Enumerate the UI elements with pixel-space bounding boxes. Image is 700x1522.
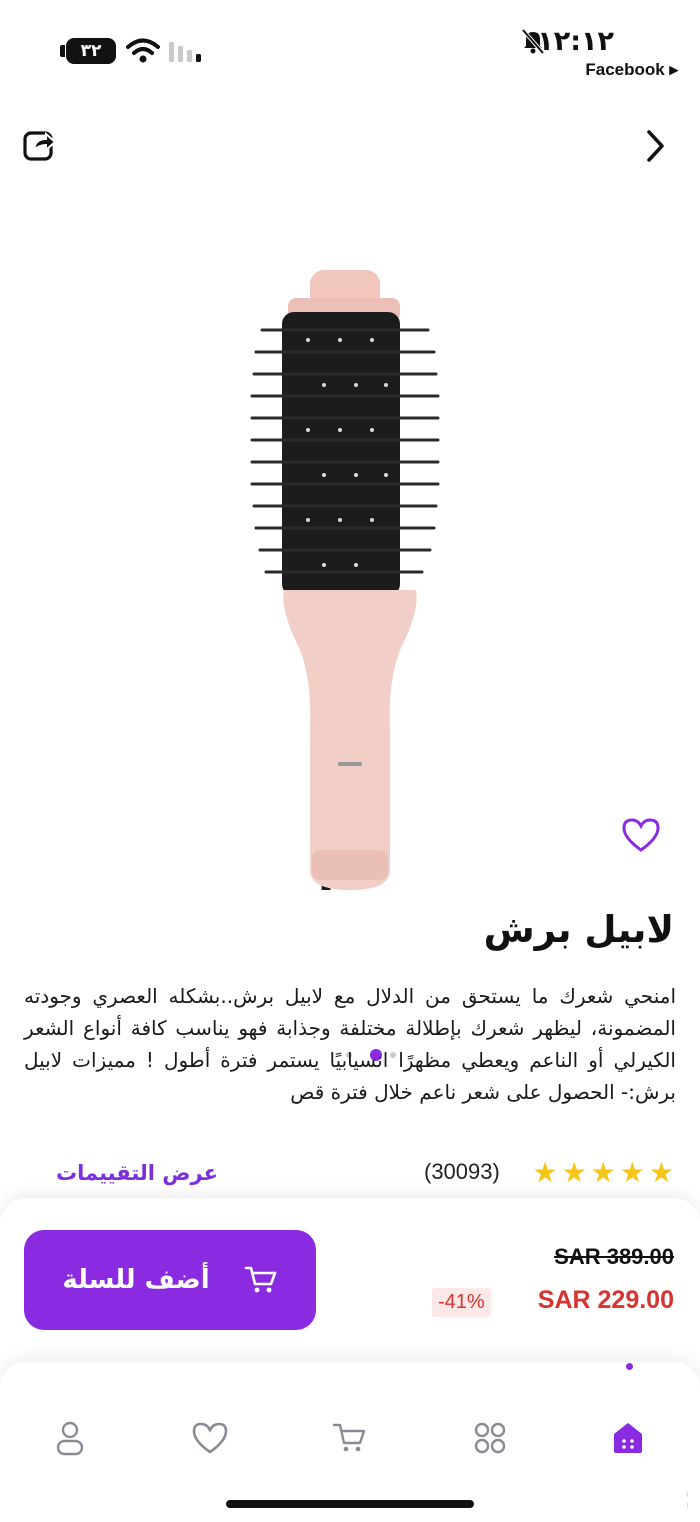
- star-icon: ★: [590, 1156, 616, 1189]
- haraj-watermark-logo: حراج: [684, 1475, 688, 1515]
- battery-cap: [60, 45, 65, 57]
- tab-cart[interactable]: [328, 1416, 372, 1460]
- heart-icon: [192, 1422, 228, 1454]
- view-reviews-link[interactable]: عرض التقييمات: [56, 1161, 218, 1185]
- battery-indicator: ٣٢: [66, 38, 116, 64]
- product-gallery[interactable]: [0, 190, 700, 1061]
- chevron-right-icon[interactable]: [640, 126, 670, 166]
- star-icon: ★: [532, 1156, 558, 1189]
- star-icon: ★: [561, 1156, 587, 1189]
- wifi-icon: [126, 38, 160, 63]
- tab-home[interactable]: [606, 1416, 650, 1460]
- clock: ١٢:١٢: [537, 26, 614, 57]
- profile-icon: [56, 1421, 84, 1456]
- home-indicator: [226, 1500, 474, 1508]
- tab-profile[interactable]: [48, 1416, 92, 1460]
- rating-stars: ★ ★ ★ ★ ★: [532, 1157, 674, 1189]
- product-description: امنحي شعرك ما يستحق من الدلال مع لابيل ب…: [24, 984, 676, 1104]
- svg-text:حراج: حراج: [684, 1475, 688, 1515]
- status-bar: ٣٢ ١٢:١٢ Facebook ▸: [0, 0, 700, 90]
- star-icon: ★: [619, 1156, 645, 1189]
- tab-categories[interactable]: [468, 1416, 512, 1460]
- add-to-cart-label: أضف للسلة: [62, 1265, 210, 1295]
- rating-row: ★ ★ ★ ★ ★ (30093) عرض التقييمات: [0, 1155, 700, 1195]
- back-to-app-link[interactable]: Facebook ▸: [585, 60, 678, 80]
- active-tab-indicator: [626, 1363, 633, 1370]
- cellular-signal-icon: [169, 42, 201, 62]
- home-icon: [614, 1423, 642, 1453]
- favorite-heart-icon[interactable]: [620, 816, 662, 854]
- original-price: SAR 389.00: [554, 1244, 674, 1269]
- tab-favorites[interactable]: [188, 1416, 232, 1460]
- star-icon: ★: [648, 1156, 674, 1189]
- product-image: [250, 270, 440, 890]
- categories-icon: [474, 1422, 506, 1454]
- cart-icon: [332, 1423, 366, 1452]
- discount-badge: -41%: [432, 1288, 491, 1317]
- share-icon[interactable]: [20, 124, 60, 164]
- sale-price: SAR 229.00: [537, 1286, 674, 1314]
- add-to-cart-button[interactable]: أضف للسلة: [24, 1230, 316, 1330]
- product-title: لابيل برش: [483, 908, 674, 951]
- cart-icon: [244, 1266, 276, 1293]
- review-count: (30093): [424, 1159, 500, 1184]
